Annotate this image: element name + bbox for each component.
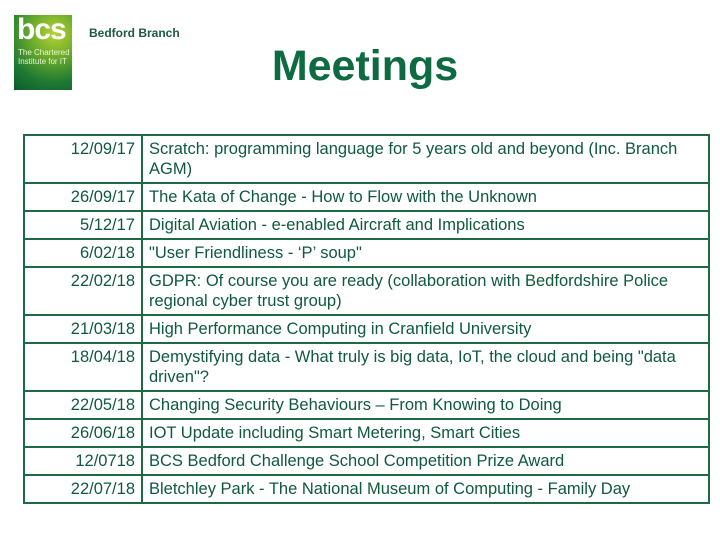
table-row: 12/0718 BCS Bedford Challenge School Comp… bbox=[23, 446, 710, 476]
meeting-date: 26/09/17 bbox=[23, 182, 143, 212]
meeting-date: 21/03/18 bbox=[23, 314, 143, 344]
branch-name: Bedford Branch bbox=[89, 26, 180, 40]
meeting-date: 26/06/18 bbox=[23, 418, 143, 448]
meeting-date: 22/07/18 bbox=[23, 474, 143, 504]
table-row: 22/07/18 Bletchley Park - The National Mu… bbox=[23, 474, 710, 504]
meeting-date: 22/02/18 bbox=[23, 266, 143, 316]
table-row: 21/03/18 High Performance Computing in Cr… bbox=[23, 314, 710, 344]
meetings-table: 12/09/17 Scratch: programming language fo… bbox=[23, 134, 710, 504]
table-row: 18/04/18 Demystifying data - What truly i… bbox=[23, 342, 710, 392]
meeting-topic: Demystifying data - What truly is big da… bbox=[141, 342, 710, 392]
meeting-date: 22/05/18 bbox=[23, 390, 143, 420]
meeting-topic: Bletchley Park - The National Museum of … bbox=[141, 474, 710, 504]
meeting-topic: Scratch: programming language for 5 year… bbox=[141, 134, 710, 184]
meeting-date: 5/12/17 bbox=[23, 210, 143, 240]
page-title: Meetings bbox=[271, 42, 459, 90]
meeting-date: 6/02/18 bbox=[23, 238, 143, 268]
meeting-topic: Changing Security Behaviours – From Know… bbox=[141, 390, 710, 420]
meeting-topic: GDPR: Of course you are ready (collabora… bbox=[141, 266, 710, 316]
table-row: 26/06/18 IOT Update including Smart Meter… bbox=[23, 418, 710, 448]
meeting-date: 12/09/17 bbox=[23, 134, 143, 184]
meeting-topic: IOT Update including Smart Metering, Sma… bbox=[141, 418, 710, 448]
table-row: 5/12/17 Digital Aviation - e-enabled Airc… bbox=[23, 210, 710, 240]
meeting-topic: BCS Bedford Challenge School Competition… bbox=[141, 446, 710, 476]
table-row: 12/09/17 Scratch: programming language fo… bbox=[23, 134, 710, 184]
meeting-date: 12/0718 bbox=[23, 446, 143, 476]
table-row: 6/02/18 "User Friendliness - ‘P’ soup" bbox=[23, 238, 710, 268]
slide: bcs The Chartered Institute for IT Bedfo… bbox=[0, 0, 720, 540]
table-row: 22/02/18 GDPR: Of course you are ready (c… bbox=[23, 266, 710, 316]
meeting-topic: High Performance Computing in Cranfield … bbox=[141, 314, 710, 344]
meeting-date: 18/04/18 bbox=[23, 342, 143, 392]
meeting-topic: "User Friendliness - ‘P’ soup" bbox=[141, 238, 710, 268]
meeting-topic: Digital Aviation - e-enabled Aircraft an… bbox=[141, 210, 710, 240]
table-row: 22/05/18 Changing Security Behaviours – F… bbox=[23, 390, 710, 420]
meeting-topic: The Kata of Change - How to Flow with th… bbox=[141, 182, 710, 212]
table-row: 26/09/17 The Kata of Change - How to Flow… bbox=[23, 182, 710, 212]
